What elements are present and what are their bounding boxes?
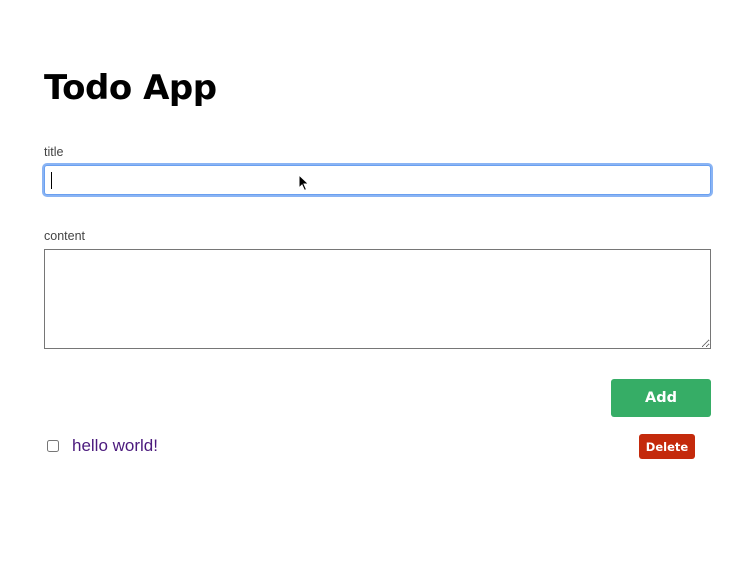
title-label: title (44, 145, 64, 159)
todo-item: hello world! Delete (44, 430, 711, 462)
content-textarea[interactable] (44, 249, 711, 349)
mouse-pointer-icon (298, 174, 310, 192)
title-input[interactable] (44, 165, 711, 195)
page-title: Todo App (44, 68, 217, 108)
add-button[interactable]: Add (611, 379, 711, 417)
content-label: content (44, 229, 86, 243)
todo-checkbox[interactable] (47, 440, 59, 452)
todo-title: hello world! (72, 436, 158, 455)
todo-list: hello world! Delete (44, 430, 711, 462)
text-caret (51, 172, 52, 189)
delete-button[interactable]: Delete (639, 434, 695, 459)
